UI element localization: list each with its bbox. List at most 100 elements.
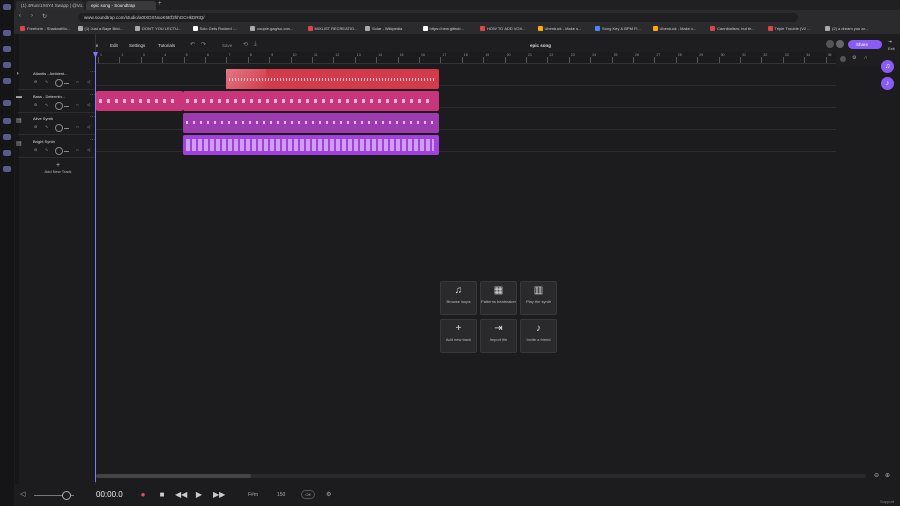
midi-clip[interactable]: [183, 135, 439, 155]
track-name[interactable]: Bass - Determin...: [33, 94, 65, 99]
app-icon[interactable]: [3, 30, 11, 36]
volume-knob[interactable]: [55, 79, 63, 87]
browser-logo-icon[interactable]: [3, 4, 11, 10]
track-name[interactable]: Bright Synth: [33, 139, 55, 144]
mute-icon[interactable]: ⊘: [34, 147, 40, 153]
magnet-icon[interactable]: ∩: [864, 55, 868, 61]
tab-active[interactable]: epic song - Soundtrap: [86, 1, 156, 10]
stop-icon[interactable]: ■: [157, 490, 167, 500]
mute-icon[interactable]: ⊘: [34, 124, 40, 130]
music-note-icon[interactable]: ♫: [881, 60, 894, 73]
loop-icon[interactable]: [840, 56, 846, 62]
bookmark-item[interactable]: (2) a dream you ar...: [825, 26, 868, 31]
tracks-area[interactable]: [96, 64, 836, 158]
app-icon[interactable]: [3, 78, 11, 84]
menu-tutorials[interactable]: Tutorials: [158, 43, 175, 48]
bookmark-item[interactable]: (1) Just a Baye Brid...: [77, 26, 123, 31]
forward-icon[interactable]: ›: [31, 13, 33, 19]
browse-loops-card[interactable]: ♫ Browse loops: [440, 281, 477, 315]
app-icon[interactable]: [3, 150, 11, 156]
bookmark-item[interactable]: Solar - Wikipedia: [365, 26, 402, 31]
scrollbar-thumb[interactable]: [96, 474, 251, 478]
reload-icon[interactable]: ↻: [42, 13, 47, 20]
track-name[interactable]: Alive Synth: [33, 116, 53, 121]
back-icon[interactable]: ‹: [19, 13, 21, 19]
track-lane[interactable]: [96, 64, 836, 89]
app-icon[interactable]: [3, 118, 11, 124]
record-icon[interactable]: ●: [138, 490, 148, 500]
instrument-icon[interactable]: ♪: [881, 77, 894, 90]
zoom-in-icon[interactable]: ⊕: [885, 472, 890, 479]
fx-icon[interactable]: ∿: [45, 79, 51, 85]
fx-icon[interactable]: ∿: [45, 147, 51, 153]
headphones-icon[interactable]: ∩: [76, 79, 82, 85]
speaker-icon[interactable]: ◁: [87, 124, 93, 130]
volume-knob[interactable]: [55, 146, 63, 155]
track-lane[interactable]: [96, 108, 836, 133]
track-header[interactable]: Bright Synth ··· ⊘ ∿ ∩ ◁: [18, 136, 96, 158]
tab[interactable]: (1) 4Runr1X6Y4 Swapp | @Vo...: [16, 1, 84, 10]
menu-edit[interactable]: Edit: [110, 43, 118, 48]
app-icon[interactable]: [3, 100, 11, 106]
zoom-out-icon[interactable]: ⊖: [874, 472, 879, 479]
key-display[interactable]: F#m: [248, 492, 258, 498]
bookmark-item[interactable]: DON'T YOU LECTU...: [135, 26, 181, 31]
mute-icon[interactable]: ⊘: [34, 79, 40, 85]
track-lane[interactable]: [96, 86, 836, 111]
rewind-icon[interactable]: ◀◀: [175, 490, 187, 500]
undo-icon[interactable]: ↶: [190, 41, 195, 48]
project-title[interactable]: epic song: [530, 43, 551, 48]
bookmark-item[interactable]: HOW TO ADD VOX...: [480, 26, 526, 31]
tempo-display[interactable]: 150: [277, 492, 285, 498]
headphones-icon[interactable]: ∩: [76, 147, 82, 153]
url-input[interactable]: www.soundtrap.com/studio/a0tXDXNxoK6Ef2h…: [78, 12, 798, 22]
fx-icon[interactable]: ∿: [45, 124, 51, 130]
app-icon[interactable]: [3, 134, 11, 140]
share-button[interactable]: Share: [848, 40, 882, 49]
settings-icon[interactable]: ⚙: [326, 491, 331, 498]
fx-icon[interactable]: ∿: [45, 102, 51, 108]
volume-icon[interactable]: ◁: [20, 490, 25, 498]
bookmark-item[interactable]: couple-gag/so-con...: [250, 26, 293, 31]
bookmark-item[interactable]: Uberduck - Make s...: [537, 26, 581, 31]
save-button[interactable]: Save: [222, 43, 232, 48]
avatar[interactable]: [836, 40, 844, 48]
add-new-track-button[interactable]: + Add New Track: [38, 162, 78, 174]
bookmark-item[interactable]: https://new.github...: [422, 26, 464, 31]
volume-knob[interactable]: [62, 491, 71, 500]
mute-icon[interactable]: ⊘: [34, 102, 40, 108]
metronome-toggle[interactable]: Off: [301, 490, 315, 499]
bookmark-item[interactable]: MIXLIST RECREATIO...: [307, 26, 357, 31]
avatar[interactable]: [826, 40, 834, 48]
new-tab-icon[interactable]: +: [158, 1, 162, 7]
app-icon[interactable]: [3, 62, 11, 68]
bookmark-item[interactable]: Freeform - ShadowMo...: [20, 26, 70, 31]
track-lane[interactable]: [96, 130, 836, 155]
headphones-icon[interactable]: ∩: [76, 102, 82, 108]
settings-icon[interactable]: [3, 166, 11, 172]
timeline-ruler[interactable]: 1 2 3 4 5 6 7 8 9 10 11 12 13 14 15 16 17 18 19 20 21 22 23 24 2…: [96, 52, 836, 64]
volume-knob[interactable]: [55, 101, 63, 110]
play-synth-card[interactable]: ▥ Play the synth: [520, 281, 557, 315]
horizontal-scrollbar[interactable]: [96, 474, 866, 478]
invite-friend-card[interactable]: ♪ Invite a friend: [520, 319, 557, 353]
redo-icon[interactable]: ↷: [201, 41, 206, 48]
exit-icon[interactable]: ⇥: [888, 39, 892, 45]
speaker-icon[interactable]: ◁: [87, 102, 93, 108]
speaker-icon[interactable]: ◁: [87, 147, 93, 153]
track-header[interactable]: Alive Synth ··· ⊘ ∿ ∩ ◁: [18, 113, 96, 135]
bookmark-item[interactable]: Uberduck - Make c...: [652, 26, 696, 31]
support-link[interactable]: Support: [880, 499, 894, 504]
bookmark-item[interactable]: Song Key & BPM Fi...: [595, 26, 641, 31]
app-icon[interactable]: [3, 46, 11, 52]
add-new-track-card[interactable]: + Add new track: [440, 319, 477, 353]
patterns-beatmaker-card[interactable]: ▦ Patterns beatmaker: [480, 281, 517, 315]
download-icon[interactable]: ⤓: [254, 41, 257, 48]
bookmark-item[interactable]: Cannibalism, but th...: [710, 26, 755, 31]
settings-icon[interactable]: ⚙: [852, 55, 856, 61]
track-header[interactable]: Bass - Determin... ··· ⊘ ∿ ∩ ◁: [18, 91, 96, 113]
bookmark-item[interactable]: Solo Gets Rocked -...: [192, 26, 238, 31]
speaker-icon[interactable]: ◁: [87, 79, 93, 85]
play-icon[interactable]: ▶: [194, 490, 204, 500]
history-icon[interactable]: ⟲: [243, 41, 248, 48]
